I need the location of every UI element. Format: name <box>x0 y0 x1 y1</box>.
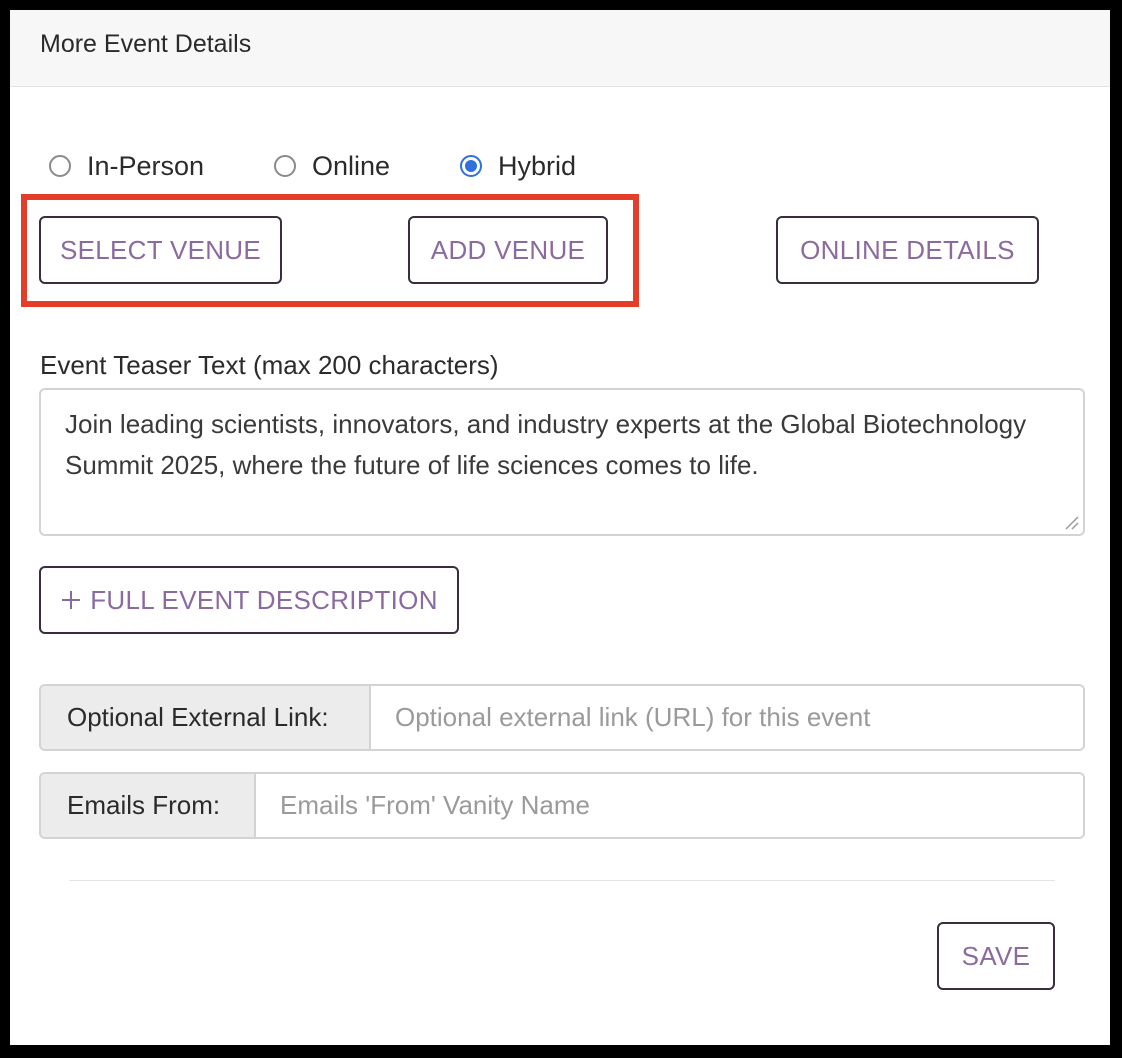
radio-label-online: Online <box>312 150 391 181</box>
resize-handle-icon[interactable] <box>1063 514 1079 530</box>
event-type-radio-group: In-Person Online Hybrid <box>49 150 749 182</box>
select-venue-button[interactable]: SELECT VENUE <box>39 216 282 284</box>
panel-header: More Event Details <box>10 10 1110 87</box>
divider <box>69 880 1055 881</box>
radio-unchecked-icon[interactable] <box>274 155 296 177</box>
full-event-description-button[interactable]: FULL EVENT DESCRIPTION <box>39 566 459 634</box>
radio-checked-icon[interactable] <box>460 155 482 177</box>
radio-hybrid[interactable]: Hybrid <box>460 150 576 182</box>
add-venue-button[interactable]: ADD VENUE <box>408 216 608 284</box>
save-button[interactable]: SAVE <box>937 922 1055 990</box>
external-link-group: Optional External Link: Optional externa… <box>39 684 1085 751</box>
teaser-textarea[interactable]: Join leading scientists, innovators, and… <box>39 388 1085 536</box>
radio-online[interactable]: Online <box>274 150 390 182</box>
external-link-input[interactable]: Optional external link (URL) for this ev… <box>371 686 1083 749</box>
radio-label-in-person: In-Person <box>87 150 205 181</box>
emails-from-label: Emails From: <box>41 774 256 837</box>
plus-icon <box>62 591 81 609</box>
teaser-text: Join leading scientists, innovators, and… <box>65 409 1027 480</box>
radio-label-hybrid: Hybrid <box>498 150 577 181</box>
radio-unchecked-icon[interactable] <box>49 155 71 177</box>
full-event-description-label: FULL EVENT DESCRIPTION <box>90 584 438 615</box>
external-link-label: Optional External Link: <box>41 686 371 749</box>
emails-from-input[interactable]: Emails 'From' Vanity Name <box>256 774 1083 837</box>
teaser-label: Event Teaser Text (max 200 characters) <box>40 350 499 380</box>
panel-title: More Event Details <box>40 30 252 58</box>
emails-from-group: Emails From: Emails 'From' Vanity Name <box>39 772 1085 839</box>
radio-in-person[interactable]: In-Person <box>49 150 204 182</box>
event-details-panel: More Event Details In-Person Online Hybr… <box>10 10 1110 1045</box>
online-details-button[interactable]: ONLINE DETAILS <box>776 216 1039 284</box>
